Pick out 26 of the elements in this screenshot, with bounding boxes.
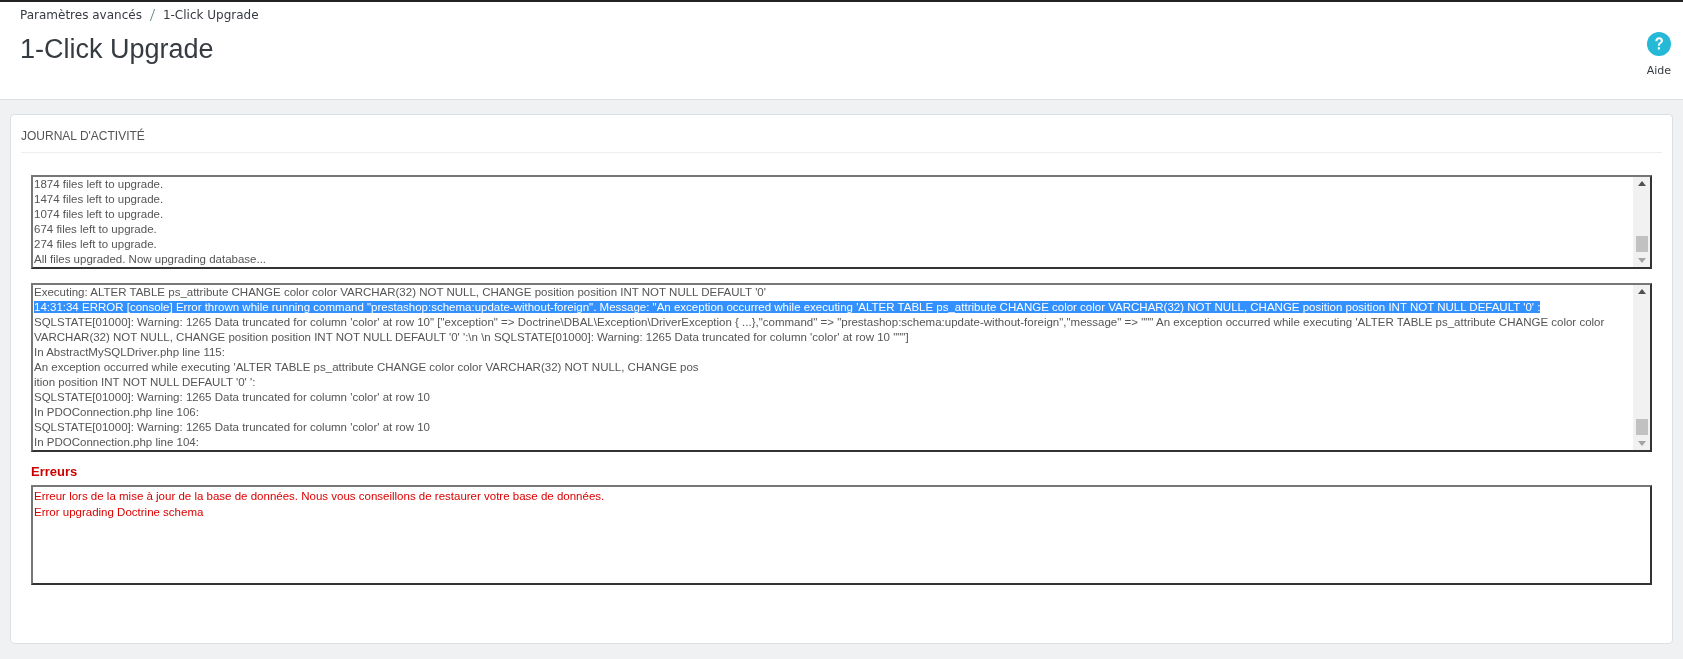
log-line: SQLSTATE[01000]: Warning: 1265 Data truncated for column 'color' at row 10 xyxy=(34,420,431,435)
scrollbar[interactable] xyxy=(1633,285,1650,450)
log-line: All files upgraded. Now upgrading database... xyxy=(34,252,268,267)
help-icon xyxy=(1646,32,1671,56)
panel-title: JOURNAL D'ACTIVITÉ xyxy=(21,129,145,143)
error-line: Erreur lors de la mise à jour de la base de données. Nous vous conseillons de restaurer votre base de données. xyxy=(34,489,606,504)
log-line: An exception occurred while executing 'ALTER TABLE ps_attribute CHANGE color color VARCHAR(32) NOT NULL, CHANGE pos xyxy=(34,360,700,375)
error-line: Error upgrading Doctrine schema xyxy=(34,505,205,520)
log-line: In PDOConnection.php line 106: xyxy=(34,405,200,420)
log-line: 1874 files left to upgrade. xyxy=(34,177,165,192)
page-title: 1-Click Upgrade xyxy=(20,34,215,65)
log-line: 1074 files left to upgrade. xyxy=(34,207,165,222)
log-line: Executing: ALTER TABLE ps_attribute CHANGE color color VARCHAR(32) NOT NULL, CHANGE position position INT NOT NULL DEFAULT '0' xyxy=(34,285,767,300)
log-line: ition position INT NOT NULL DEFAULT '0' ': xyxy=(34,375,257,390)
log-line: In AbstractMySQLDriver.php line 115: xyxy=(34,345,226,360)
errors-heading: Erreurs xyxy=(31,464,79,479)
scrollbar[interactable] xyxy=(1633,177,1650,267)
log-line: 1474 files left to upgrade. xyxy=(34,192,165,207)
breadcrumb-link[interactable]: Paramètres avancés xyxy=(20,8,142,22)
log-line: 674 files left to upgrade. xyxy=(34,222,158,237)
log-line: 274 files left to upgrade. xyxy=(34,237,158,252)
breadcrumb-link[interactable]: 1-Click Upgrade xyxy=(162,8,259,22)
log-line: In PDOConnection.php line 104: xyxy=(34,435,200,450)
log-line: SQLSTATE[01000]: Warning: 1265 Data truncated for column 'color' at row 10" ["exception" => Doctrine\DBAL\Exception\DriverException { ...},"command" => "prestashop:schema:update-without-foreign","message" => """ An exception occurred while executing 'ALTER TABLE ps_attribute CHANGE color color VARCHAR(32) NOT NULL, CHANGE position position INT NOT NULL DEFAULT '0' ':\n \n SQLSTATE[01000]: Warning: 1265 Data truncated for column 'color' at row 10 """] xyxy=(34,315,1606,345)
log-line: SQLSTATE[01000]: Warning: 1265 Data truncated for column 'color' at row 10 xyxy=(34,390,431,405)
help-button[interactable]: Aide xyxy=(1646,8,1671,99)
